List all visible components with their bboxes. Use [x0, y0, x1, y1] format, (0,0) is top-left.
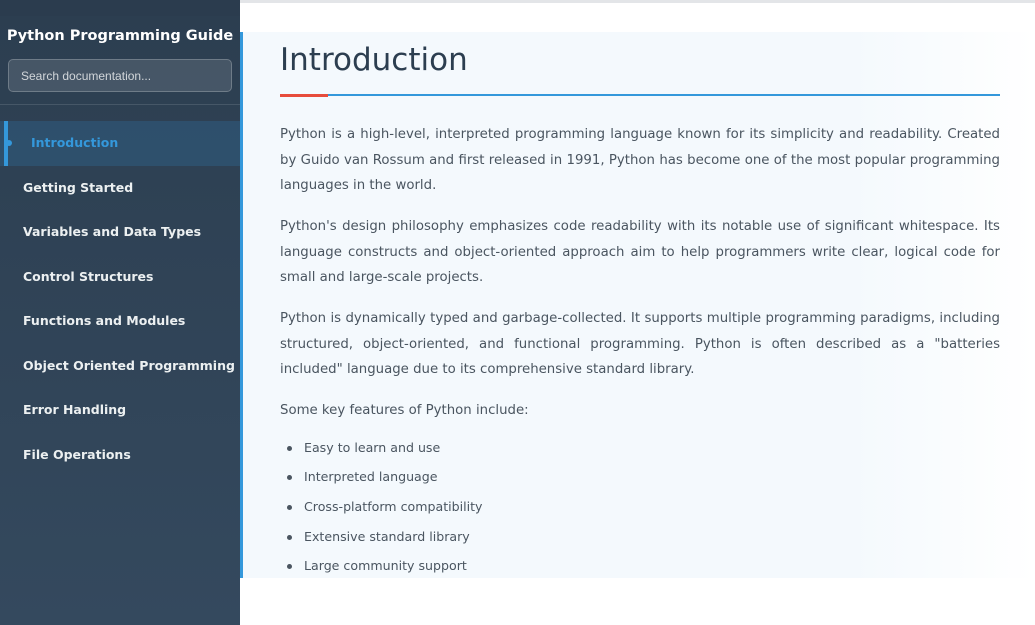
list-item: Extensive standard library	[280, 527, 1000, 557]
sidebar-item-label: Object Oriented Programming	[23, 357, 235, 373]
sidebar-item-file-operations[interactable]: File Operations	[0, 433, 240, 478]
bullet-icon	[287, 475, 292, 481]
list-item-text: Cross-platform compatibility	[304, 498, 483, 514]
list-item: Easy to learn and use	[280, 438, 1000, 468]
sidebar-item-label: Functions and Modules	[23, 313, 186, 328]
sidebar-item-error-handling[interactable]: Error Handling	[0, 388, 240, 433]
list-item-text: Extensive standard library	[304, 528, 470, 544]
app: Python Programming Guide Introduction Ge…	[0, 0, 1035, 625]
sidebar-item-label: Variables and Data Types	[23, 224, 202, 239]
sidebar-title: Python Programming Guide	[6, 28, 234, 44]
sidebar-item-label: Error Handling	[23, 402, 127, 417]
top-divider	[240, 0, 1035, 3]
paragraph: Python's design philosophy emphasizes co…	[280, 219, 1000, 285]
paragraph: Python is a high-level, interpreted prog…	[280, 127, 1000, 193]
main-content: Introduction Python is a high-level, int…	[280, 32, 1000, 586]
bullet-icon	[287, 445, 292, 451]
page-title: Introduction	[280, 42, 468, 78]
bullet-icon	[287, 504, 292, 510]
sidebar-item-object-oriented-programming[interactable]: Object Oriented Programming	[0, 344, 240, 389]
list-item-text: Large community support	[304, 558, 467, 574]
title-divider-accent	[280, 94, 328, 97]
sidebar-item-getting-started[interactable]: Getting Started	[0, 166, 240, 211]
paragraph: Python is dynamically typed and garbage-…	[280, 311, 1000, 377]
sidebar-item-label: Getting Started	[23, 179, 134, 195]
list-item: Cross-platform compatibility	[280, 497, 1000, 527]
list-item: Interpreted language	[280, 467, 1000, 497]
list-item-text: Interpreted language	[304, 469, 438, 485]
sidebar-nav: Introduction Getting Started Variables a…	[0, 121, 240, 477]
sidebar-top-bar	[0, 0, 240, 16]
sidebar: Python Programming Guide Introduction Ge…	[0, 0, 240, 625]
sidebar-item-label: File Operations	[23, 446, 131, 462]
list-item-text: Easy to learn and use	[304, 439, 441, 455]
bullet-icon	[287, 534, 292, 540]
sidebar-item-functions-and-modules[interactable]: Functions and Modules	[0, 299, 240, 344]
sidebar-item-control-structures[interactable]: Control Structures	[0, 255, 240, 300]
list-item: Large community support	[280, 556, 1000, 586]
features-list: Easy to learn and use Interpreted langua…	[280, 438, 1000, 586]
sidebar-item-introduction[interactable]: Introduction	[0, 121, 240, 166]
search-input[interactable]	[8, 59, 232, 92]
sidebar-item-label: Control Structures	[23, 268, 154, 284]
sidebar-item-label: Introduction	[31, 135, 119, 150]
bullet-icon	[287, 564, 292, 570]
sidebar-item-variables-and-data-types[interactable]: Variables and Data Types	[0, 210, 240, 255]
title-divider	[280, 94, 1000, 97]
sidebar-header: Python Programming Guide	[0, 16, 240, 105]
active-indicator-dot	[6, 140, 12, 146]
paragraph: Some key features of Python include:	[280, 403, 529, 418]
